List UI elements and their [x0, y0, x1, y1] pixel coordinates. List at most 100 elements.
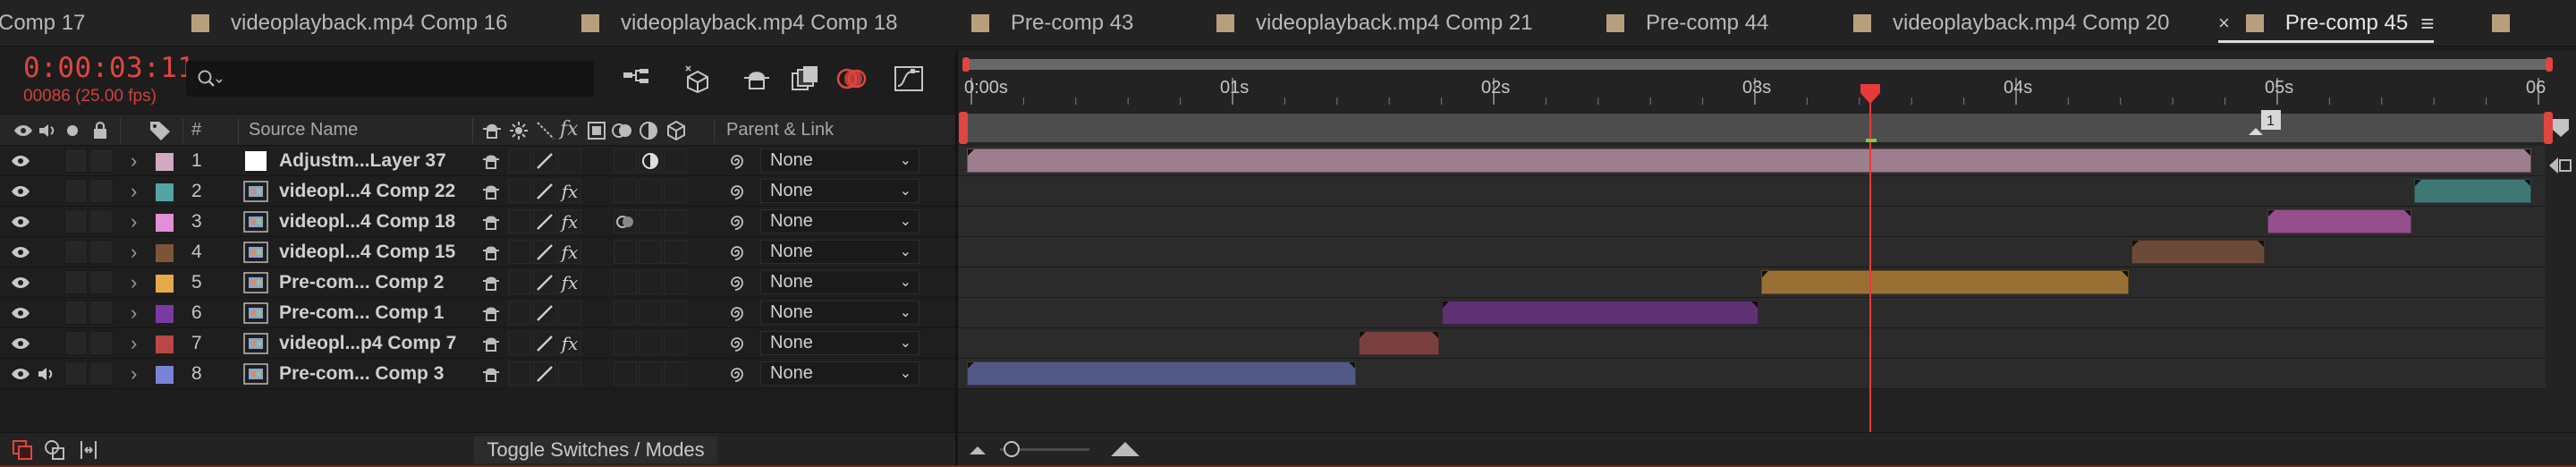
- solo-header-icon[interactable]: [66, 124, 79, 137]
- effect-switch[interactable]: fx: [558, 270, 581, 294]
- layer-track[interactable]: [957, 176, 2546, 207]
- layer-track[interactable]: [957, 328, 2546, 359]
- source-name-column-header[interactable]: Source Name: [249, 120, 358, 140]
- comp-button-icon[interactable]: [2547, 155, 2572, 176]
- zoom-in-icon[interactable]: [1109, 438, 1141, 458]
- layer-source-name[interactable]: videopl...4 Comp 18: [279, 211, 455, 233]
- layer-duration-bar[interactable]: [967, 361, 1356, 386]
- solo-toggle[interactable]: [64, 331, 88, 355]
- motion-blur-switch[interactable]: [614, 240, 637, 264]
- comp-tab[interactable]: videoplayback.mp4 Comp 16: [191, 0, 508, 47]
- layer-track[interactable]: [957, 267, 2546, 298]
- adjustment-switch[interactable]: [639, 361, 662, 386]
- audio-speaker-icon[interactable]: [38, 366, 57, 382]
- overflow-tab-swatch[interactable]: [2492, 14, 2510, 32]
- parent-dropdown[interactable]: None ⌄: [760, 209, 919, 234]
- quality-switch[interactable]: [533, 179, 556, 203]
- 3d-layer-switch[interactable]: [664, 270, 687, 294]
- expand-chevron-icon[interactable]: ›: [131, 362, 137, 386]
- expand-chevron-icon[interactable]: ›: [131, 180, 137, 203]
- adjustment-switch[interactable]: [639, 179, 662, 203]
- time-ruler[interactable]: 0:00s 01s 02s 03s 04s 05s 06 1: [957, 51, 2576, 146]
- eye-visibility-icon[interactable]: [11, 305, 30, 321]
- layer-row[interactable]: › 3 videopl...4 Comp 18 fx None ⌄: [0, 207, 957, 237]
- zoom-slider-thumb[interactable]: [1004, 441, 1020, 457]
- layer-label-color[interactable]: [156, 305, 174, 323]
- layer-source-name[interactable]: videopl...4 Comp 22: [279, 181, 455, 202]
- collapse-switch[interactable]: [508, 209, 531, 234]
- layer-label-color[interactable]: [156, 183, 174, 201]
- layer-switches-pane-icon[interactable]: [11, 438, 34, 462]
- audio-header-icon[interactable]: [38, 122, 59, 140]
- layer-row[interactable]: › 7 videopl...p4 Comp 7 fx None ⌄: [0, 328, 957, 359]
- adjustment-switch[interactable]: [639, 301, 662, 325]
- expand-chevron-icon[interactable]: ›: [131, 271, 137, 294]
- layer-track[interactable]: [957, 146, 2546, 176]
- motion-blur-switch[interactable]: [614, 301, 637, 325]
- layer-duration-bar[interactable]: [2267, 209, 2411, 234]
- parent-dropdown[interactable]: None ⌄: [760, 301, 919, 325]
- expand-chevron-icon[interactable]: ›: [131, 332, 137, 355]
- layer-track[interactable]: [957, 237, 2546, 267]
- shy-switch-icon[interactable]: [481, 334, 501, 353]
- collapse-switch[interactable]: [508, 149, 531, 173]
- solo-toggle[interactable]: [64, 361, 88, 386]
- lock-toggle[interactable]: [89, 149, 113, 173]
- parent-pick-whip-icon[interactable]: [726, 363, 748, 385]
- adjustment-switch[interactable]: [639, 209, 662, 234]
- toggle-switches-modes-button[interactable]: Toggle Switches / Modes: [474, 437, 717, 463]
- comp-tab[interactable]: × Pre-comp 45 ≡: [2218, 0, 2435, 47]
- parent-pick-whip-icon[interactable]: [726, 272, 748, 293]
- close-tab-icon[interactable]: ×: [2218, 12, 2230, 35]
- layer-duration-bar[interactable]: [1442, 301, 1758, 325]
- motion-blur-switch[interactable]: [614, 149, 637, 173]
- lock-toggle[interactable]: [89, 361, 113, 386]
- effect-switch[interactable]: [558, 361, 581, 386]
- adjustment-switch[interactable]: [639, 331, 662, 355]
- shy-layers-icon[interactable]: [741, 63, 773, 95]
- shy-switch-icon[interactable]: [481, 242, 501, 262]
- collapse-switch[interactable]: [508, 361, 531, 386]
- playhead-handle[interactable]: [1859, 82, 1882, 106]
- 3d-layer-switch[interactable]: [664, 301, 687, 325]
- effect-switch[interactable]: fx: [558, 240, 581, 264]
- layer-duration-bar[interactable]: [1359, 331, 1440, 355]
- layer-source-name[interactable]: Pre-com... Comp 3: [279, 363, 444, 385]
- quality-switch[interactable]: [533, 301, 556, 325]
- comp-tab[interactable]: videoplayback.mp4 Comp 20: [1853, 0, 2170, 47]
- layer-duration-bar[interactable]: [1760, 270, 2130, 294]
- ruler-graphic[interactable]: 0:00s 01s 02s 03s 04s 05s 06 1: [957, 51, 2576, 146]
- parent-dropdown[interactable]: None ⌄: [760, 149, 919, 173]
- motion-blur-switch[interactable]: [614, 179, 637, 203]
- layer-source-name[interactable]: videopl...4 Comp 15: [279, 242, 455, 263]
- collapse-switch[interactable]: [508, 179, 531, 203]
- collapse-switch[interactable]: [508, 301, 531, 325]
- lock-toggle[interactable]: [89, 270, 113, 294]
- eye-visibility-icon[interactable]: [11, 366, 30, 382]
- adjustment-switch[interactable]: [639, 270, 662, 294]
- eye-visibility-icon[interactable]: [11, 275, 30, 291]
- shy-switch-icon[interactable]: [481, 212, 501, 232]
- adjustment-switch[interactable]: [639, 240, 662, 264]
- effect-switch[interactable]: fx: [558, 331, 581, 355]
- 3d-layer-switch[interactable]: [664, 179, 687, 203]
- effect-switch[interactable]: fx: [558, 179, 581, 203]
- solo-toggle[interactable]: [64, 179, 88, 203]
- shy-switch-icon[interactable]: [481, 364, 501, 384]
- effect-switch[interactable]: [558, 301, 581, 325]
- layer-source-name[interactable]: Pre-com... Comp 1: [279, 302, 444, 324]
- lock-header-icon[interactable]: [91, 121, 109, 140]
- solo-toggle[interactable]: [64, 209, 88, 234]
- parent-dropdown[interactable]: None ⌄: [760, 179, 919, 203]
- layer-row[interactable]: › 8 Pre-com... Comp 3 None ⌄: [0, 359, 957, 389]
- layer-track[interactable]: [957, 207, 2546, 237]
- parent-pick-whip-icon[interactable]: [726, 242, 748, 263]
- parent-dropdown[interactable]: None ⌄: [760, 331, 919, 355]
- label-header-icon[interactable]: [148, 120, 172, 141]
- layer-row[interactable]: › 5 Pre-com... Comp 2 fx None ⌄: [0, 267, 957, 298]
- solo-toggle[interactable]: [64, 270, 88, 294]
- expand-chevron-icon[interactable]: ›: [131, 149, 137, 173]
- marker-bin-icon[interactable]: [2551, 117, 2571, 139]
- solo-toggle[interactable]: [64, 301, 88, 325]
- eye-visibility-icon[interactable]: [11, 153, 30, 169]
